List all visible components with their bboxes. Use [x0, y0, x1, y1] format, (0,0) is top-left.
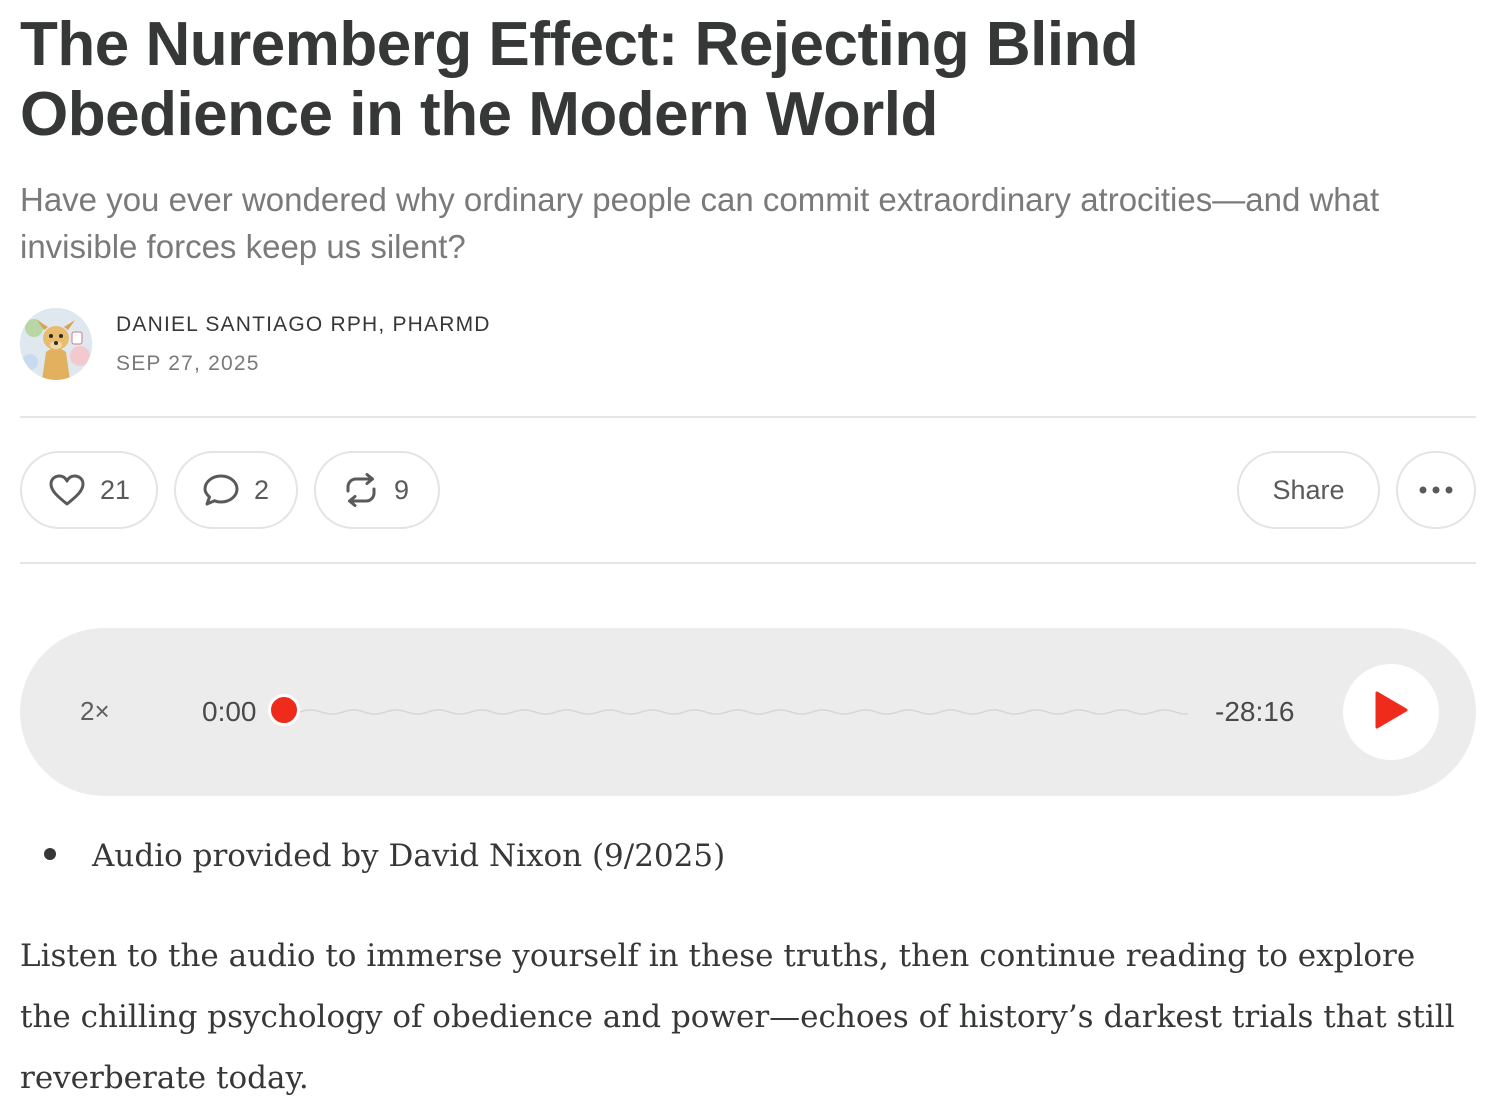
restack-icon: [342, 473, 380, 507]
more-options-button[interactable]: [1396, 451, 1476, 529]
audio-credit: Audio provided by David Nixon (9/2025): [92, 838, 726, 874]
list-bullet: [44, 848, 56, 860]
comment-button[interactable]: 2: [174, 451, 298, 529]
remaining-time: -28:16: [1215, 696, 1295, 727]
post-title: The Nuremberg Effect: Rejecting Blind Ob…: [20, 10, 1139, 149]
playback-speed-button[interactable]: 2×: [80, 696, 110, 727]
waveform-line: [300, 709, 1189, 715]
post-subtitle: Have you ever wondered why ordinary peop…: [20, 181, 1380, 265]
restack-button[interactable]: 9: [314, 451, 440, 529]
current-time: 0:00: [202, 696, 257, 727]
scrubber-handle[interactable]: [268, 694, 300, 726]
share-button[interactable]: Share: [1237, 451, 1380, 529]
play-icon: [1373, 690, 1409, 735]
like-button[interactable]: 21: [20, 451, 158, 529]
divider-top: [20, 416, 1476, 418]
like-count: 21: [100, 474, 131, 505]
divider-bottom: [20, 562, 1476, 564]
ellipsis-icon: [1419, 486, 1453, 494]
intro-paragraph: Listen to the audio to immerse yourself …: [20, 938, 1455, 1096]
play-button[interactable]: [1343, 664, 1439, 760]
author-avatar[interactable]: [20, 308, 92, 380]
post-date: SEP 27, 2025: [116, 352, 260, 375]
audio-waveform-track[interactable]: [300, 705, 1190, 719]
author-name[interactable]: DANIEL SANTIAGO RPH, PHARMD: [116, 313, 491, 337]
dog-avatar-icon: [20, 308, 92, 380]
comment-count: 2: [254, 474, 270, 505]
heart-icon: [48, 473, 86, 507]
restack-count: 9: [394, 474, 410, 505]
comment-bubble-icon: [202, 472, 240, 508]
